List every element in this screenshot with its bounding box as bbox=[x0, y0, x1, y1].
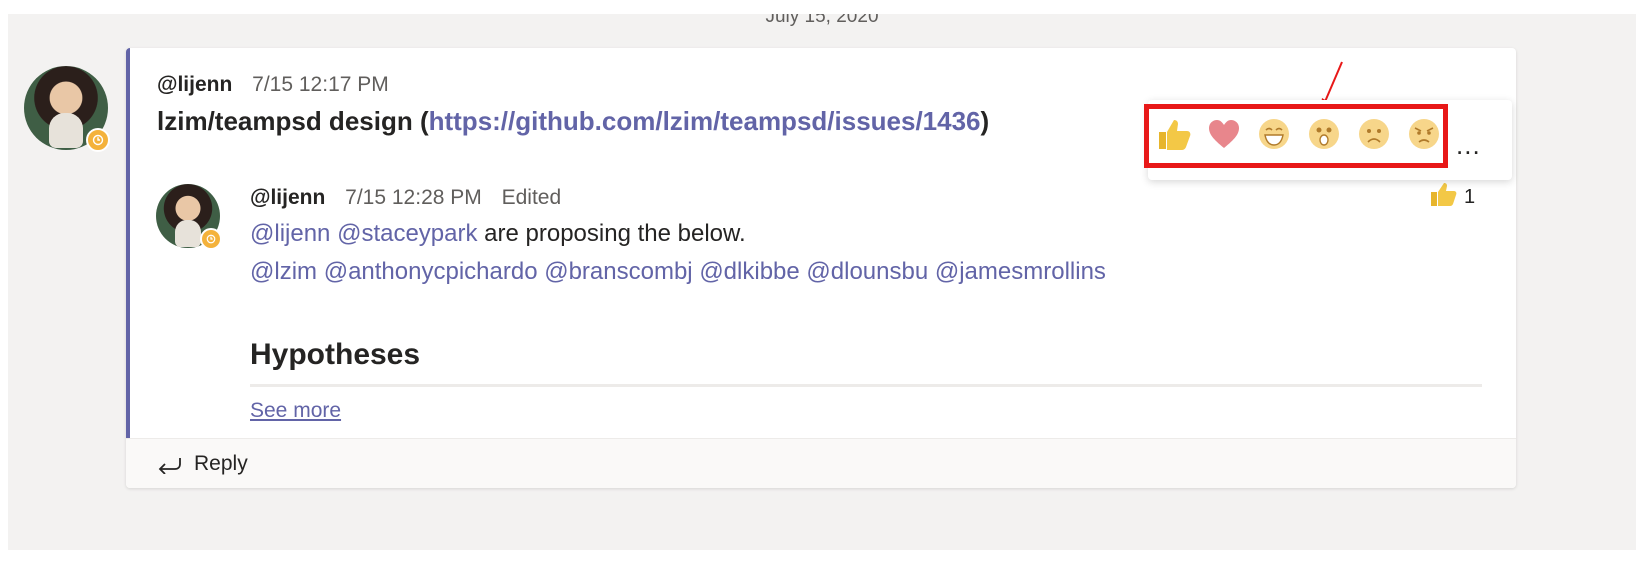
more-options-button[interactable]: ... bbox=[1456, 130, 1481, 161]
reply-line-1: @lijenn @staceypark are proposing the be… bbox=[250, 220, 746, 248]
surprised-icon[interactable] bbox=[1306, 116, 1342, 152]
post-timestamp: 7/15 12:17 PM bbox=[252, 73, 389, 96]
reply-text: are proposing the below. bbox=[477, 220, 746, 247]
reply-avatar[interactable] bbox=[156, 184, 222, 250]
mention[interactable]: @lijenn bbox=[250, 220, 330, 247]
mention[interactable]: @dlounsbu bbox=[806, 258, 928, 285]
divider bbox=[250, 384, 1482, 387]
thumbs-up-icon bbox=[1428, 180, 1458, 214]
reply-header: @lijenn 7/15 12:28 PM Edited bbox=[250, 186, 561, 210]
see-more-link[interactable]: See more bbox=[250, 399, 341, 423]
mention[interactable]: @lzim bbox=[250, 258, 317, 285]
post-header: @lijenn 7/15 12:17 PM bbox=[157, 73, 389, 97]
post-author[interactable]: @lijenn bbox=[157, 73, 232, 96]
reply-arrow-icon bbox=[156, 454, 182, 474]
reply-label: Reply bbox=[194, 452, 248, 475]
reply-author[interactable]: @lijenn bbox=[250, 186, 325, 209]
reply-line-2: @lzim @anthonycpichardo @branscombj @dlk… bbox=[250, 258, 1106, 286]
edited-label: Edited bbox=[501, 186, 562, 209]
reply-timestamp: 7/15 12:28 PM bbox=[345, 186, 482, 209]
post-title-end: ) bbox=[980, 106, 990, 136]
laugh-icon[interactable] bbox=[1256, 116, 1292, 152]
avatar[interactable] bbox=[24, 66, 110, 152]
avatar-detail bbox=[49, 113, 83, 149]
mention[interactable]: @staceypark bbox=[337, 220, 477, 247]
mention[interactable]: @jamesmrollins bbox=[935, 258, 1106, 285]
sad-icon[interactable] bbox=[1356, 116, 1392, 152]
like-reaction-summary[interactable]: 1 bbox=[1428, 180, 1475, 214]
reply-bar[interactable]: Reply bbox=[126, 438, 1516, 488]
reaction-picker bbox=[1156, 116, 1442, 152]
post-title: lzim/teampsd design (https://github.com/… bbox=[157, 106, 989, 137]
avatar-detail bbox=[175, 219, 201, 247]
angry-icon[interactable] bbox=[1406, 116, 1442, 152]
away-status-icon bbox=[86, 128, 110, 152]
issue-link[interactable]: https://github.com/lzim/teampsd/issues/1… bbox=[429, 106, 981, 136]
like-count: 1 bbox=[1464, 185, 1476, 208]
like-icon[interactable] bbox=[1156, 116, 1192, 152]
mention[interactable]: @branscombj bbox=[544, 258, 692, 285]
date-separator: July 15, 2020 bbox=[765, 14, 879, 27]
mention[interactable]: @anthonycpichardo bbox=[324, 258, 538, 285]
heart-icon[interactable] bbox=[1206, 116, 1242, 152]
mention[interactable]: @dlkibbe bbox=[699, 258, 799, 285]
chat-canvas: July 15, 2020 @lijenn 7/15 12:17 PM lzim… bbox=[8, 14, 1636, 550]
hypotheses-heading: Hypotheses bbox=[250, 338, 421, 371]
away-status-icon bbox=[200, 228, 222, 250]
post-title-text: lzim/teampsd design ( bbox=[157, 106, 429, 136]
